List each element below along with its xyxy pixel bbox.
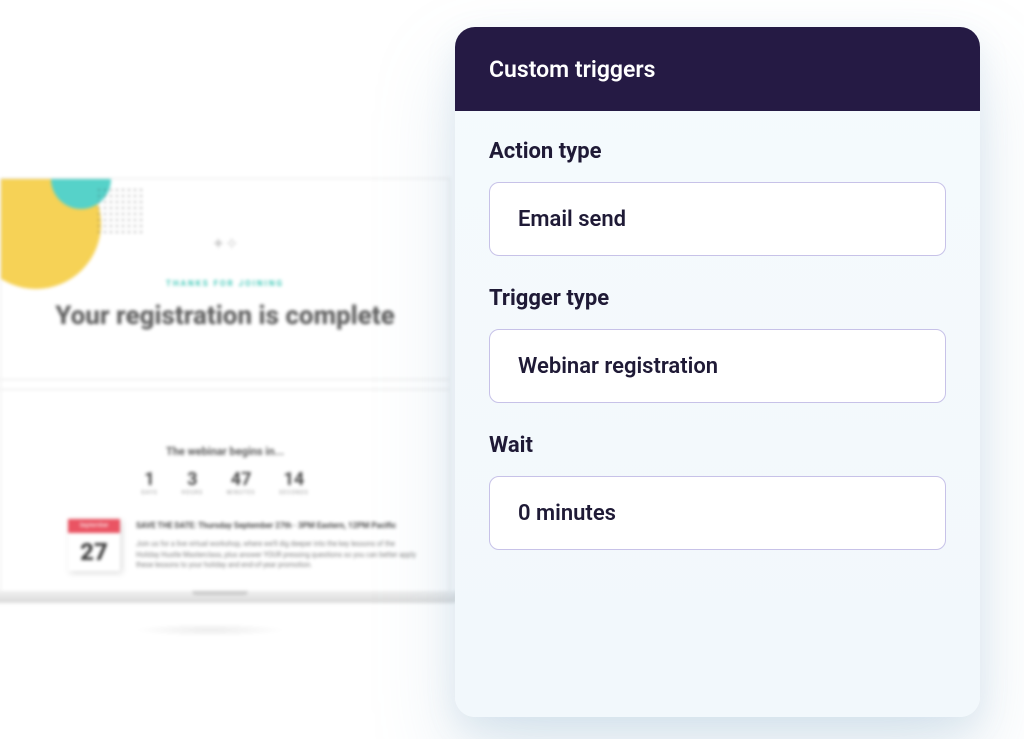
field-label: Action type [489,139,946,164]
select-value: 0 minutes [518,501,616,526]
shadow [130,623,290,637]
select-value: Email send [518,207,626,232]
calendar-month: September [68,519,120,533]
background-mockup: ✦✧ THANKS FOR JOINING Your registration … [0,178,450,608]
countdown-days: 1 DAYS [141,469,157,496]
confetti-icon: ✦✧ [210,234,240,264]
event-description: Join us for a live virtual workshop, whe… [136,539,416,571]
panel-header: Custom triggers [455,27,980,111]
decorative-dots [96,187,146,237]
field-label: Trigger type [489,286,946,311]
calendar-tile: September 27 [68,519,120,571]
countdown-value: 1 [141,469,157,490]
countdown-unit: DAYS [141,490,157,496]
wait-select[interactable]: 0 minutes [489,476,946,550]
countdown: 1 DAYS 3 HOURS 47 MINUTES 14 SECONDS [141,469,308,496]
divider [1,389,449,390]
trigger-type-select[interactable]: Webinar registration [489,329,946,403]
laptop-base [0,591,460,603]
thanks-label: THANKS FOR JOINING [166,279,284,288]
calendar-day: 27 [68,533,120,571]
webinar-begins-label: The webinar begins in... [166,445,284,458]
countdown-unit: HOURS [182,490,203,496]
countdown-value: 14 [279,469,308,490]
field-trigger-type: Trigger type Webinar registration [489,286,946,403]
save-the-date: SAVE THE DATE: Thursday September 27th ·… [136,521,396,530]
select-value: Webinar registration [518,354,718,379]
panel-body: Action type Email send Trigger type Webi… [455,111,980,600]
countdown-minutes: 47 MINUTES [227,469,255,496]
countdown-unit: MINUTES [227,490,255,496]
countdown-value: 3 [182,469,203,490]
laptop-screen: ✦✧ THANKS FOR JOINING Your registration … [0,178,450,593]
field-action-type: Action type Email send [489,139,946,256]
registration-headline: Your registration is complete [55,301,395,331]
field-label: Wait [489,433,946,458]
custom-triggers-panel: Custom triggers Action type Email send T… [455,27,980,717]
countdown-seconds: 14 SECONDS [279,469,308,496]
countdown-unit: SECONDS [279,490,308,496]
divider [1,379,449,380]
laptop-notch [192,591,248,595]
panel-title: Custom triggers [489,56,655,83]
action-type-select[interactable]: Email send [489,182,946,256]
countdown-hours: 3 HOURS [182,469,203,496]
field-wait: Wait 0 minutes [489,433,946,550]
countdown-value: 47 [227,469,255,490]
